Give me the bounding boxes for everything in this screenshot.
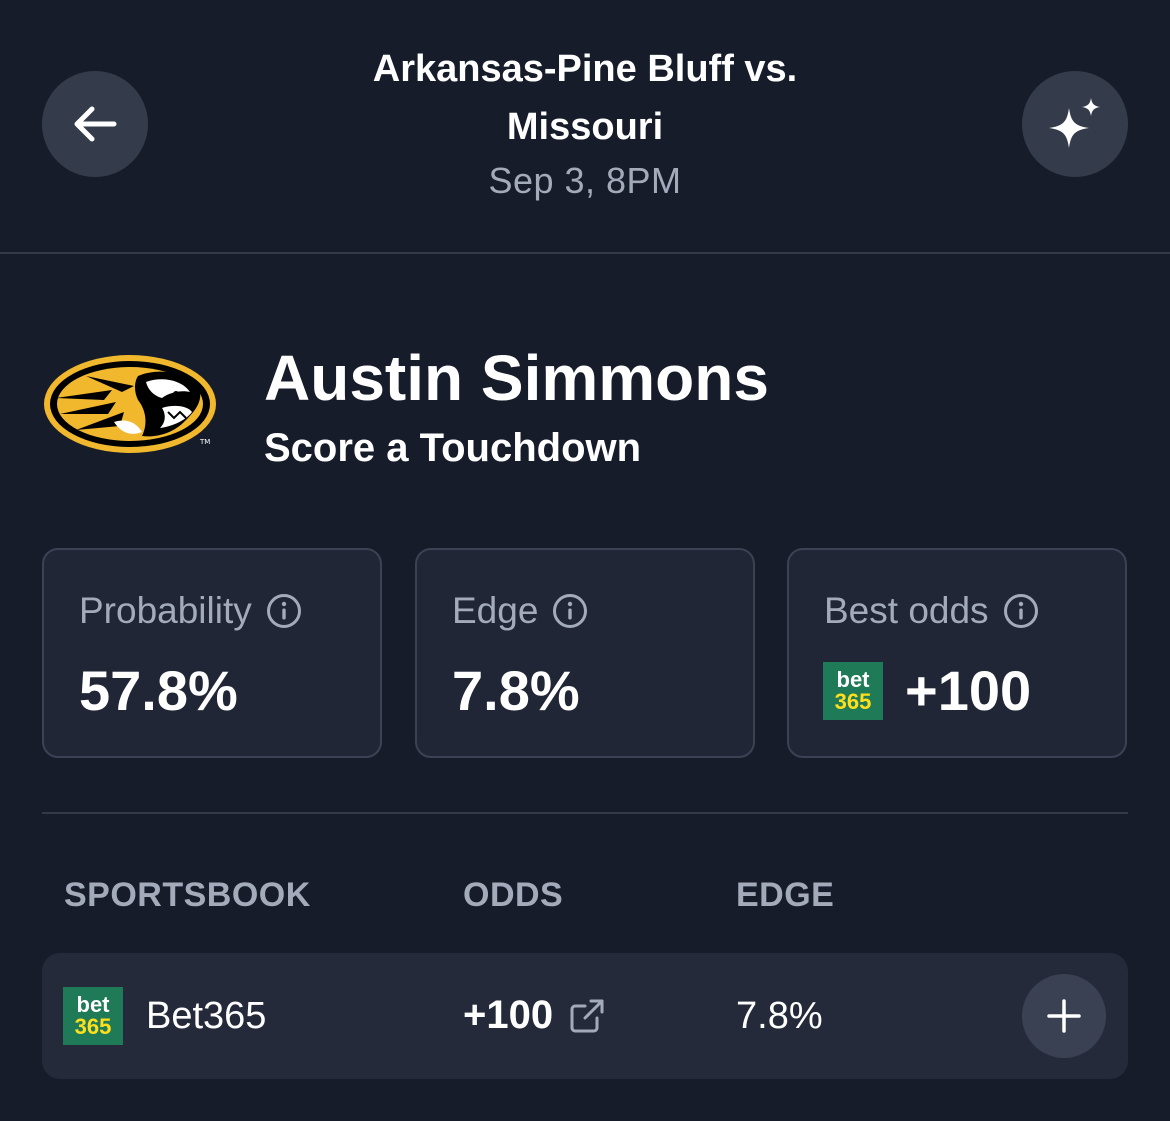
probability-label: Probability — [79, 590, 252, 631]
odds-link[interactable]: +100 — [463, 993, 605, 1038]
best-odds-value-row: bet 365 +100 — [823, 658, 1031, 724]
external-link-icon[interactable] — [569, 998, 605, 1034]
game-title-line2: Missouri — [506, 106, 664, 148]
best-odds-label: Best odds — [824, 590, 989, 631]
arrow-left-icon — [74, 106, 117, 142]
probability-label-row: Probability — [79, 590, 302, 632]
svg-text:TM: TM — [199, 438, 210, 446]
bet365-logo: bet 365 — [823, 662, 883, 720]
game-date: Sep 3, 8PM — [488, 160, 682, 201]
missouri-tigers-logo: TM — [44, 355, 216, 453]
column-header-odds[interactable]: ODDS — [463, 876, 563, 915]
edge-label: Edge — [452, 590, 539, 631]
bet365-logo: bet 365 — [63, 987, 123, 1045]
info-icon[interactable] — [552, 593, 588, 629]
bet365-logo-top: bet — [76, 992, 110, 1017]
add-bet-button[interactable] — [1022, 974, 1106, 1058]
game-title: Arkansas-Pine Bluff vs. Missouri — [240, 40, 930, 156]
bet365-logo-bottom: 365 — [74, 1014, 112, 1039]
info-icon[interactable] — [1003, 593, 1039, 629]
edge-label-row: Edge — [452, 590, 588, 632]
column-header-sportsbook[interactable]: SPORTSBOOK — [64, 876, 311, 915]
info-icon[interactable] — [266, 593, 302, 629]
game-title-line1: Arkansas-Pine Bluff vs. — [372, 48, 798, 90]
sportsbook-name: Bet365 — [146, 995, 267, 1037]
edge-value: 7.8% — [452, 659, 580, 722]
plus-icon — [1047, 999, 1081, 1033]
column-header-edge[interactable]: EDGE — [736, 876, 834, 915]
best-odds-card: Best odds bet 365 +100 — [787, 548, 1127, 758]
row-odds-value: +100 — [463, 993, 554, 1037]
best-odds-value: +100 — [905, 659, 1032, 722]
ai-insights-button[interactable] — [1022, 71, 1128, 177]
probability-value: 57.8% — [79, 659, 238, 722]
market-name: Score a Touchdown — [264, 426, 642, 470]
sparkles-icon — [1049, 98, 1100, 148]
bet365-logo-top: bet — [836, 667, 870, 692]
table-row[interactable]: bet 365 Bet365 +100 7.8% — [42, 953, 1128, 1079]
game-header: Arkansas-Pine Bluff vs. Missouri Sep 3, … — [0, 0, 1170, 254]
back-button[interactable] — [42, 71, 148, 177]
best-odds-label-row: Best odds — [824, 590, 1039, 632]
section-divider — [42, 812, 1128, 814]
row-edge-value: 7.8% — [736, 995, 823, 1037]
edge-card: Edge 7.8% — [415, 548, 755, 758]
player-name: Austin Simmons — [264, 342, 769, 414]
bet365-logo-bottom: 365 — [834, 689, 872, 714]
prop-detail-screen: Arkansas-Pine Bluff vs. Missouri Sep 3, … — [0, 0, 1170, 1121]
probability-card: Probability 57.8% — [42, 548, 382, 758]
